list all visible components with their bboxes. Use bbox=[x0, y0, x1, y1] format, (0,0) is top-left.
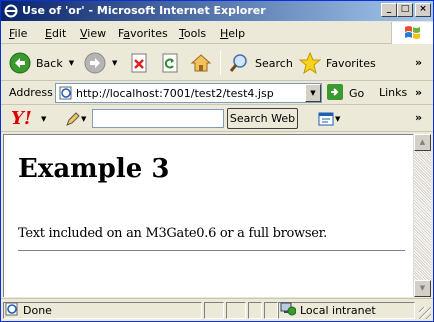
refresh-button[interactable] bbox=[159, 49, 181, 77]
minimize-button[interactable]: _ bbox=[381, 3, 397, 17]
menu-edit-accel: E bbox=[45, 27, 52, 40]
scroll-up-button[interactable]: ▲ bbox=[414, 134, 431, 151]
back-dropdown-icon[interactable]: ▼ bbox=[69, 59, 74, 67]
menu-bar: File Edit View Favorites Tools Help bbox=[1, 22, 433, 44]
standard-toolbar: Back ▼ ▼ Search Favorites » bbox=[1, 45, 433, 81]
page-content: Example 3 Text included on an M3Gate0.6 … bbox=[3, 134, 413, 297]
menu-tools-rest: ools bbox=[183, 27, 207, 40]
menu-favorites[interactable]: Favorites bbox=[118, 27, 168, 40]
status-cell bbox=[264, 302, 278, 319]
search-icon bbox=[228, 52, 250, 74]
home-icon bbox=[190, 52, 212, 74]
favorites-button[interactable]: Favorites bbox=[299, 49, 376, 77]
status-bar: Done Local intranet bbox=[1, 298, 433, 321]
favorites-label: Favorites bbox=[326, 56, 376, 70]
search-button[interactable]: Search bbox=[228, 49, 293, 77]
page-icon bbox=[59, 86, 73, 100]
status-cell bbox=[248, 302, 262, 319]
toolbar-chevron-icon[interactable]: » bbox=[415, 56, 422, 69]
windows-logo-icon bbox=[391, 22, 433, 44]
yahoo-chevron-icon[interactable]: » bbox=[415, 111, 422, 124]
status-text: Done bbox=[23, 304, 52, 317]
menu-edit[interactable]: Edit bbox=[45, 27, 66, 40]
toolbar-separator bbox=[220, 51, 221, 75]
menu-file-rest: ile bbox=[14, 27, 28, 40]
menu-view[interactable]: View bbox=[80, 27, 106, 40]
search-web-button[interactable]: Search Web bbox=[227, 108, 298, 129]
yahoo-window-icon[interactable] bbox=[318, 111, 334, 130]
window-title: Use of 'or' - Microsoft Internet Explore… bbox=[22, 4, 266, 17]
status-cell bbox=[226, 302, 246, 319]
yahoo-search-input[interactable] bbox=[92, 109, 224, 128]
zone-label: Local intranet bbox=[300, 304, 376, 317]
links-chevron-icon[interactable]: » bbox=[415, 86, 422, 99]
go-arrow-icon bbox=[326, 83, 344, 104]
address-url: http://localhost:7001/test2/test4.jsp bbox=[76, 87, 274, 100]
yahoo-logo[interactable]: Y! bbox=[11, 108, 32, 129]
yahoo-menu-dropdown-icon[interactable]: ▼ bbox=[41, 115, 46, 123]
refresh-icon bbox=[159, 52, 181, 74]
go-label: Go bbox=[349, 86, 365, 100]
intranet-icon bbox=[280, 302, 297, 319]
go-button[interactable]: Go bbox=[326, 83, 364, 103]
search-label: Search bbox=[255, 56, 293, 70]
status-done: Done bbox=[5, 302, 52, 319]
menu-view-rest: iew bbox=[87, 27, 107, 40]
back-label: Back bbox=[36, 56, 63, 70]
back-button[interactable]: Back ▼ bbox=[9, 49, 74, 77]
horizontal-rule bbox=[18, 250, 405, 252]
title-bar[interactable]: Use of 'or' - Microsoft Internet Explore… bbox=[1, 1, 433, 21]
forward-button[interactable]: ▼ bbox=[84, 49, 117, 77]
favorites-star-icon bbox=[299, 52, 321, 74]
menu-tools[interactable]: Tools bbox=[179, 27, 206, 40]
menu-favorites-rest: vorites bbox=[130, 27, 168, 40]
resize-grip-icon[interactable] bbox=[419, 307, 431, 319]
menu-help-rest: elp bbox=[228, 27, 246, 40]
vertical-scrollbar[interactable]: ▲ ▼ bbox=[413, 134, 431, 297]
ie-app-icon bbox=[4, 4, 18, 18]
status-cell bbox=[204, 302, 224, 319]
scroll-track[interactable] bbox=[414, 151, 431, 280]
address-bar: Address http://localhost:7001/test2/test… bbox=[1, 82, 433, 105]
menu-help[interactable]: Help bbox=[220, 27, 245, 40]
address-input[interactable]: http://localhost:7001/test2/test4.jsp ▼ bbox=[55, 83, 322, 103]
security-zone[interactable]: Local intranet bbox=[280, 302, 376, 319]
ie-window: Use of 'or' - Microsoft Internet Explore… bbox=[0, 0, 434, 322]
links-label[interactable]: Links bbox=[379, 86, 407, 99]
pencil-icon[interactable] bbox=[65, 111, 81, 130]
stop-icon bbox=[128, 52, 150, 74]
page-paragraph: Text included on an M3Gate0.6 or a full … bbox=[18, 226, 327, 241]
address-dropdown-icon[interactable]: ▼ bbox=[305, 84, 321, 102]
stop-button[interactable] bbox=[128, 49, 150, 77]
scroll-down-button[interactable]: ▼ bbox=[414, 280, 431, 297]
pencil-dropdown-icon[interactable]: ▼ bbox=[81, 115, 86, 123]
page-done-icon bbox=[5, 302, 19, 319]
back-arrow-icon bbox=[9, 52, 31, 74]
close-button[interactable]: × bbox=[415, 3, 431, 17]
forward-dropdown-icon[interactable]: ▼ bbox=[112, 59, 117, 67]
page-heading: Example 3 bbox=[18, 154, 170, 184]
menu-edit-rest: dit bbox=[51, 27, 67, 40]
yahoo-window-dropdown-icon[interactable]: ▼ bbox=[335, 115, 340, 123]
maximize-button[interactable]: □ bbox=[397, 3, 413, 17]
forward-arrow-icon bbox=[84, 52, 106, 74]
address-label: Address bbox=[9, 86, 53, 99]
yahoo-toolbar: Y! ▼ ▼ Search Web ▼ » bbox=[1, 106, 433, 132]
menu-file[interactable]: File bbox=[9, 27, 27, 40]
home-button[interactable] bbox=[190, 49, 212, 77]
